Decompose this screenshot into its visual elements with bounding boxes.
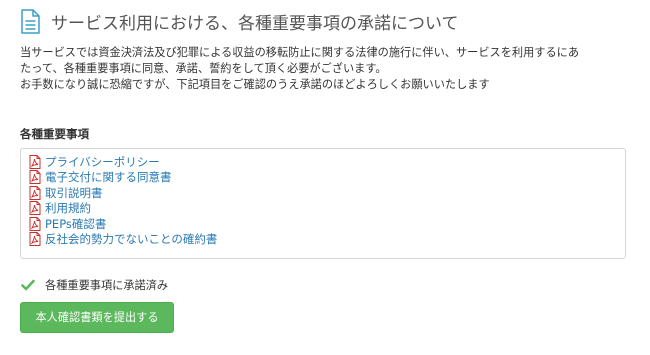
document-item-anti-social-forces-pledge[interactable]: 反社会的勢力でないことの確約書: [29, 232, 617, 248]
document-link[interactable]: 取引説明書: [45, 185, 103, 201]
document-item-privacy-policy[interactable]: プライバシーポリシー: [29, 154, 617, 170]
document-link[interactable]: 反社会的勢力でないことの確約書: [45, 231, 217, 247]
documents-heading: 各種重要事項: [20, 127, 89, 141]
pdf-icon: [29, 154, 41, 169]
intro-line-3: お手数になり誠に恐縮ですが、下記項目をご確認のうえ承諾のほどよろしくお願いいたし…: [20, 78, 490, 91]
document-item-terms-of-use[interactable]: 利用規約: [29, 201, 617, 217]
documents-list: プライバシーポリシー 電子交付に関する同意書 取引説明書 利用規約 PEPs確認…: [29, 154, 617, 247]
document-link[interactable]: 利用規約: [45, 200, 91, 216]
pdf-icon: [29, 170, 41, 185]
pdf-icon: [29, 216, 41, 231]
pdf-icon: [29, 185, 41, 200]
page-header: サービス利用における、各種重要事項の承諾について: [20, 6, 459, 36]
intro-text: 当サービスでは資金決済法及び犯罪による収益の移転防止に関する法律の施行に伴い、サ…: [20, 45, 632, 93]
checkmark-icon: [21, 279, 35, 291]
consent-label: 各種重要事項に承諾済み: [45, 279, 169, 292]
document-link[interactable]: 電子交付に関する同意書: [45, 169, 172, 185]
documents-box: プライバシーポリシー 電子交付に関する同意書 取引説明書 利用規約 PEPs確認…: [20, 148, 626, 259]
document-item-peps-confirmation[interactable]: PEPs確認書: [29, 216, 617, 232]
document-link[interactable]: PEPs確認書: [45, 216, 106, 232]
consent-checkbox[interactable]: 各種重要事項に承諾済み: [21, 277, 168, 293]
submit-id-documents-button[interactable]: 本人確認書類を提出する: [20, 302, 174, 333]
page-title: サービス利用における、各種重要事項の承諾について: [51, 13, 459, 34]
intro-line-1: 当サービスでは資金決済法及び犯罪による収益の移転防止に関する法律の施行に伴い、サ…: [20, 46, 580, 59]
intro-line-2: たって、各種重要事項に同意、承諾、誓約をして頂く必要がございます。: [20, 62, 387, 75]
document-item-transaction-explanation[interactable]: 取引説明書: [29, 185, 617, 201]
pdf-icon: [29, 232, 41, 247]
document-item-electronic-delivery-consent[interactable]: 電子交付に関する同意書: [29, 170, 617, 186]
document-icon: [20, 8, 42, 34]
pdf-icon: [29, 201, 41, 216]
document-link[interactable]: プライバシーポリシー: [45, 154, 160, 170]
